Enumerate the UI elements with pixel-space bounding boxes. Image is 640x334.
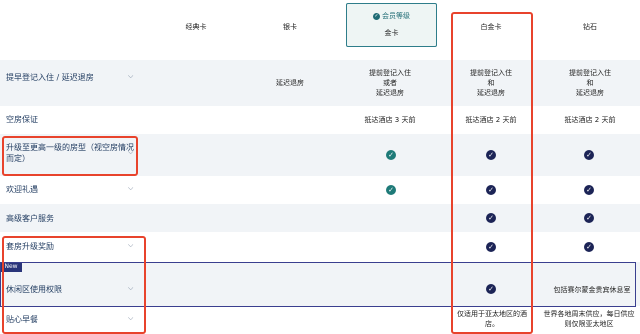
column-diamond: 钻石 bbox=[583, 23, 597, 31]
row-label: 欢迎礼遇 bbox=[6, 185, 38, 194]
row-label: 休闲区使用权限 bbox=[6, 285, 62, 294]
cell-gold: 提前登记入住 或者 延迟退房 bbox=[369, 69, 411, 97]
row-room-upgrade[interactable]: 升级至更高一级的房型（视空房情况而定） ⌵ ✓ ✓ ✓ bbox=[0, 134, 640, 176]
chevron-down-icon[interactable]: ⌵ bbox=[128, 72, 133, 81]
row-suite-upgrade[interactable]: 套房升级奖励 ⌵ ✓ ✓ bbox=[0, 232, 640, 262]
check-circle-icon: ✓ bbox=[386, 185, 396, 195]
row-label: 空房保证 bbox=[6, 115, 38, 124]
row-room-guarantee[interactable]: 空房保证 抵达酒店 3 天前 抵达酒店 2 天前 抵达酒店 2 天前 bbox=[0, 106, 640, 134]
column-platinum: 白金卡 bbox=[480, 23, 502, 31]
column-silver: 银卡 bbox=[283, 23, 297, 31]
row-breakfast[interactable]: 贴心早餐 ⌵ 仅适用于亚太地区的酒店。 世界各地周末供应，每日供应则仅限亚太地区 bbox=[0, 306, 640, 334]
cell-platinum: 提前登记入住 和 延迟退房 bbox=[470, 69, 512, 97]
gold-badge-label: 会员等级 bbox=[382, 12, 410, 20]
cell-gold: 抵达酒店 3 天前 bbox=[364, 116, 416, 124]
cell-diamond: 包括赛尔蒙金贵宾休息室 bbox=[553, 286, 631, 294]
check-circle-icon: ✓ bbox=[584, 185, 594, 195]
check-circle-icon: ✓ bbox=[486, 213, 496, 223]
chevron-down-icon[interactable]: ⌵ bbox=[128, 184, 133, 193]
gold-badge: ✓ 会员等级 bbox=[347, 11, 436, 21]
check-circle-icon: ✓ bbox=[584, 150, 594, 160]
check-circle-icon: ✓ bbox=[584, 213, 594, 223]
row-label: 贴心早餐 bbox=[6, 315, 38, 324]
column-gold-highlight[interactable]: ✓ 会员等级 金卡 bbox=[346, 3, 437, 47]
row-label: 升级至更高一级的房型（视空房情况而定） bbox=[6, 143, 134, 163]
cell-diamond: 提前登记入住 和 延迟退房 bbox=[569, 69, 611, 97]
row-label: 高级客户服务 bbox=[6, 214, 54, 223]
chevron-down-icon[interactable]: ⌵ bbox=[128, 284, 133, 293]
chevron-down-icon[interactable]: ⌵ bbox=[128, 148, 133, 157]
cell-silver: 延迟退房 bbox=[276, 79, 304, 87]
cell-diamond: 抵达酒店 2 天前 bbox=[564, 116, 616, 124]
chevron-down-icon[interactable]: ⌵ bbox=[128, 314, 133, 323]
check-circle-icon: ✓ bbox=[486, 185, 496, 195]
row-welcome-gift[interactable]: 欢迎礼遇 ⌵ ✓ ✓ ✓ bbox=[0, 176, 640, 204]
column-classic: 经典卡 bbox=[185, 23, 207, 31]
row-early-checkin[interactable]: 提早登记入住 / 延迟退房 ⌵ 延迟退房 提前登记入住 或者 延迟退房 提前登记… bbox=[0, 60, 640, 106]
check-circle-icon: ✓ bbox=[386, 150, 396, 160]
row-lounge-access[interactable]: 休闲区使用权限 ⌵ ✓ 包括赛尔蒙金贵宾休息室 bbox=[0, 262, 640, 306]
cell-diamond: 世界各地周末供应，每日供应则仅限亚太地区 bbox=[543, 310, 635, 328]
column-gold: 金卡 bbox=[384, 29, 399, 37]
check-circle-icon: ✓ bbox=[486, 150, 496, 160]
check-circle-icon: ✓ bbox=[486, 284, 496, 294]
row-label: 套房升级奖励 bbox=[6, 242, 54, 251]
tier-header: 经典卡 银卡 ✓ 会员等级 金卡 白金卡 钻石 bbox=[0, 0, 640, 60]
cell-platinum: 抵达酒店 2 天前 bbox=[465, 116, 517, 124]
row-premium-service[interactable]: 高级客户服务 ✓ ✓ bbox=[0, 204, 640, 232]
new-badge: New bbox=[0, 262, 22, 272]
check-circle-icon: ✓ bbox=[486, 242, 496, 252]
check-circle-icon: ✓ bbox=[373, 12, 380, 20]
row-label: 提早登记入住 / 延迟退房 bbox=[6, 73, 94, 82]
chevron-down-icon[interactable]: ⌵ bbox=[128, 241, 133, 250]
check-circle-icon: ✓ bbox=[584, 242, 594, 252]
cell-platinum: 仅适用于亚太地区的酒店。 bbox=[457, 310, 527, 328]
